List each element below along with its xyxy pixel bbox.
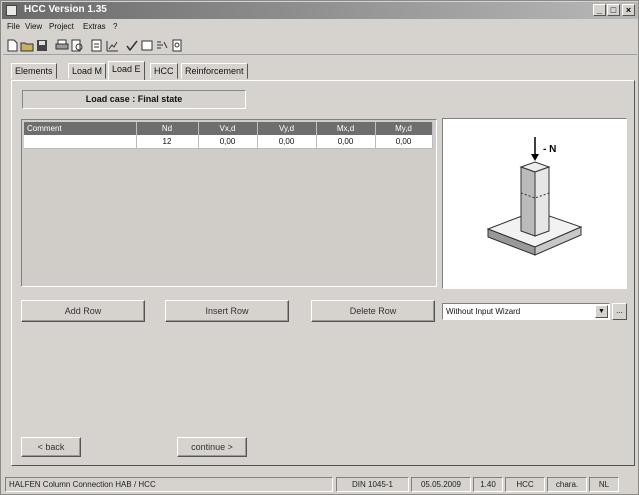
status-app-name: HALFEN Column Connection HAB / HCC bbox=[5, 477, 333, 492]
insert-row-button[interactable]: Insert Row bbox=[165, 300, 289, 322]
window-icon[interactable] bbox=[140, 39, 154, 52]
wizard-select[interactable]: Without Input Wizard ▼ bbox=[442, 303, 610, 320]
cell-vyd[interactable]: 0,00 bbox=[257, 135, 317, 149]
cell-mxd[interactable]: 0,00 bbox=[316, 135, 376, 149]
status-module: HCC bbox=[505, 477, 545, 492]
load-table-area: Comment Nd Vx,d Vy,d Mx,d My,d 12 0,00 0… bbox=[21, 119, 437, 287]
tab-load-m[interactable]: Load M bbox=[68, 63, 107, 79]
col-mxd[interactable]: Mx,d bbox=[316, 122, 376, 135]
delete-row-button[interactable]: Delete Row bbox=[311, 300, 435, 322]
save-icon[interactable] bbox=[35, 39, 49, 52]
load-case-label: Load case : Final state bbox=[22, 90, 246, 109]
cell-vxd[interactable]: 0,00 bbox=[198, 135, 258, 149]
menu-bar: File View Project Extras ? bbox=[3, 20, 637, 35]
col-myd[interactable]: My,d bbox=[375, 122, 433, 135]
status-mode: chara. bbox=[547, 477, 587, 492]
export-icon[interactable] bbox=[90, 39, 104, 52]
status-version: 1.40 bbox=[473, 477, 503, 492]
col-vxd[interactable]: Vx,d bbox=[198, 122, 258, 135]
title-bar: HCC Version 1.35 _ □ × bbox=[2, 2, 638, 19]
chevron-down-icon[interactable]: ▼ bbox=[595, 305, 608, 318]
cell-myd[interactable]: 0,00 bbox=[375, 135, 433, 149]
info-icon[interactable] bbox=[170, 39, 184, 52]
new-file-icon[interactable] bbox=[5, 39, 19, 52]
tab-load-e[interactable]: Load E bbox=[108, 61, 145, 80]
col-nd[interactable]: Nd bbox=[136, 122, 199, 135]
status-date: 05.05.2009 bbox=[411, 477, 471, 492]
window-title: HCC Version 1.35 bbox=[24, 4, 107, 15]
cell-comment[interactable] bbox=[24, 135, 137, 149]
menu-project[interactable]: Project bbox=[49, 22, 74, 31]
menu-help[interactable]: ? bbox=[113, 22, 117, 31]
tab-reinforcement[interactable]: Reinforcement bbox=[181, 63, 248, 79]
wizard-select-value: Without Input Wizard bbox=[446, 307, 521, 316]
print-icon[interactable] bbox=[55, 39, 69, 52]
status-language: NL bbox=[589, 477, 619, 492]
continue-button[interactable]: continue > bbox=[177, 437, 247, 457]
col-comment[interactable]: Comment bbox=[24, 122, 137, 135]
col-vyd[interactable]: Vy,d bbox=[257, 122, 317, 135]
app-icon bbox=[6, 5, 17, 16]
menu-extras[interactable]: Extras bbox=[83, 22, 106, 31]
check-icon[interactable] bbox=[125, 39, 139, 52]
app-window: HCC Version 1.35 _ □ × File View Project… bbox=[0, 0, 639, 495]
chart-icon[interactable] bbox=[105, 39, 119, 52]
status-bar: HALFEN Column Connection HAB / HCC DIN 1… bbox=[3, 476, 637, 493]
force-label: - N bbox=[543, 144, 556, 155]
tab-hcc[interactable]: HCC bbox=[150, 63, 178, 79]
list-icon[interactable] bbox=[155, 39, 169, 52]
tab-elements[interactable]: Elements bbox=[11, 63, 57, 79]
menu-view[interactable]: View bbox=[25, 22, 42, 31]
toolbar bbox=[3, 35, 637, 55]
load-table: Comment Nd Vx,d Vy,d Mx,d My,d 12 0,00 0… bbox=[24, 122, 433, 149]
column-illustration: - N bbox=[486, 137, 583, 256]
print-preview-icon[interactable] bbox=[70, 39, 84, 52]
maximize-button[interactable]: □ bbox=[607, 4, 620, 16]
add-row-button[interactable]: Add Row bbox=[21, 300, 145, 322]
back-button[interactable]: < back bbox=[21, 437, 81, 457]
minimize-button[interactable]: _ bbox=[593, 4, 606, 16]
column-diagram: - N bbox=[442, 118, 627, 289]
wizard-more-button[interactable]: ... bbox=[612, 303, 627, 320]
cell-nd[interactable]: 12 bbox=[136, 135, 199, 149]
status-standard: DIN 1045-1 bbox=[336, 477, 409, 492]
close-button[interactable]: × bbox=[622, 4, 635, 16]
table-row[interactable]: 12 0,00 0,00 0,00 0,00 bbox=[24, 135, 433, 149]
menu-file[interactable]: File bbox=[7, 22, 20, 31]
open-folder-icon[interactable] bbox=[20, 39, 34, 52]
